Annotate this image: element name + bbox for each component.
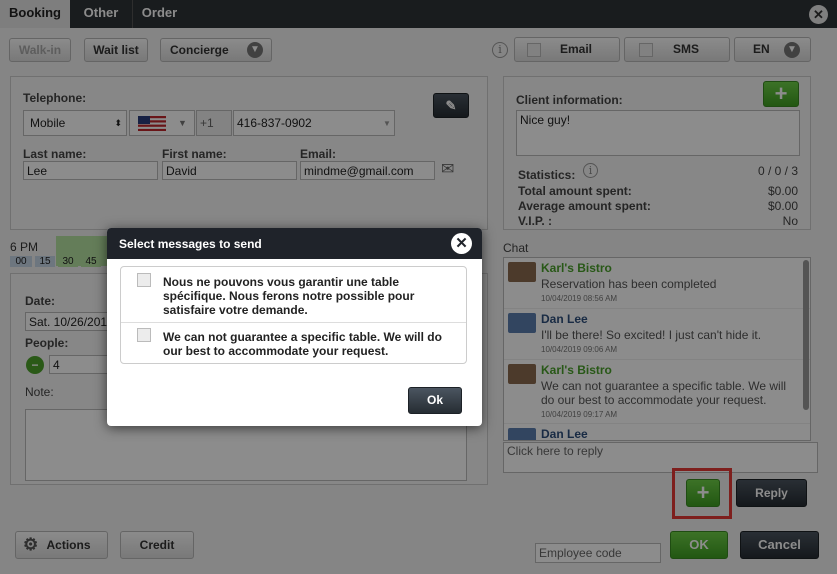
message-options: Nous ne pouvons vous garantir une table … [120,266,467,364]
dialog-title: Select messages to send [119,237,262,251]
dialog-header: Select messages to send ✕ [107,228,482,259]
option-checkbox[interactable] [137,328,151,342]
message-option[interactable]: Nous ne pouvons vous garantir une table … [121,267,466,323]
message-option[interactable]: We can not guarantee a specific table. W… [121,324,466,364]
select-messages-dialog: Select messages to send ✕ Nous ne pouvon… [107,228,482,426]
option-text: We can not guarantee a specific table. W… [163,330,442,358]
option-text: Nous ne pouvons vous garantir une table … [163,275,415,317]
close-icon[interactable]: ✕ [451,233,472,254]
dialog-ok-button[interactable]: Ok [408,387,462,414]
option-checkbox[interactable] [137,273,151,287]
